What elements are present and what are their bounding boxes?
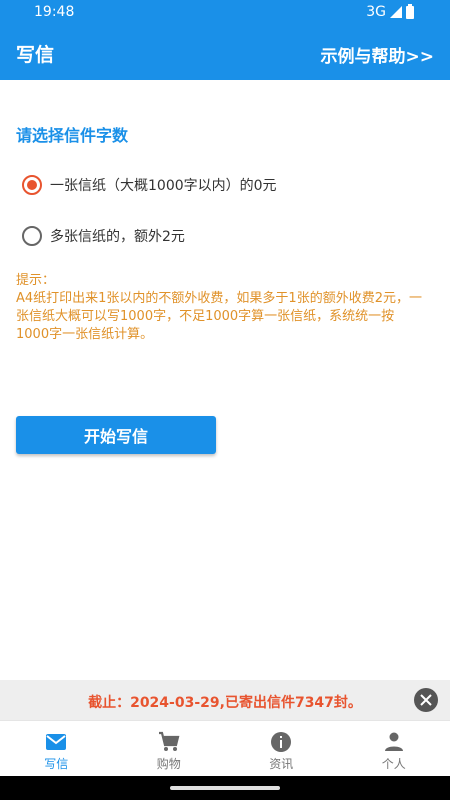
nav-label: 资讯 [269,757,294,771]
notice-bar: 截止：2024-03-29,已寄出信件7347封。 [0,680,450,720]
battery-icon [406,3,414,19]
network-type: 3G [366,4,386,20]
status-indicators: 3G [366,3,414,20]
app-bar: 写信 示例与帮助>> [0,24,450,80]
nav-label: 个人 [381,757,406,771]
nav-item-profile[interactable]: 个人 [338,721,450,776]
option-single-page[interactable]: 一张信纸（大概1000字以内）的0元 [22,175,277,195]
nav-item-shop[interactable]: 购物 [113,721,226,776]
page-title: 写信 [16,44,55,66]
home-indicator[interactable] [170,786,280,790]
signal-icon [390,6,402,18]
help-link[interactable]: 示例与帮助>> [321,42,435,67]
nav-item-news[interactable]: 资讯 [225,721,338,776]
bottom-nav: 写信 购物 资讯 个人 [0,720,450,776]
nav-label: 购物 [156,757,181,771]
mail-icon [46,734,67,750]
option-label: 一张信纸（大概1000字以内）的0元 [50,178,277,194]
nav-label: 写信 [44,757,69,771]
section-title: 请选择信件字数 [16,126,129,145]
close-icon[interactable] [414,688,438,712]
start-writing-button[interactable]: 开始写信 [16,416,216,454]
notice-text: 截止：2024-03-29,已寄出信件7347封。 [88,695,362,711]
tip-heading: 提示： [16,273,56,288]
radio-checked[interactable] [22,175,42,195]
tip-body: A4纸打印出来1张以内的不额外收费，如果多于1张的额外收费2元，一张信纸大概可以… [16,291,422,342]
option-label: 多张信纸的，额外2元 [50,229,185,245]
status-bar: 19:48 3G [0,0,450,24]
radio-unchecked[interactable] [22,226,42,246]
status-time: 19:48 [34,4,75,20]
cart-icon [158,731,180,751]
system-nav-bar [0,776,450,800]
nav-item-write[interactable]: 写信 [0,721,113,776]
person-icon [384,732,403,751]
option-multi-page[interactable]: 多张信纸的，额外2元 [22,226,185,246]
tip-box: 提示： A4纸打印出来1张以内的不额外收费，如果多于1张的额外收费2元，一张信纸… [16,272,426,344]
info-icon [271,732,292,752]
